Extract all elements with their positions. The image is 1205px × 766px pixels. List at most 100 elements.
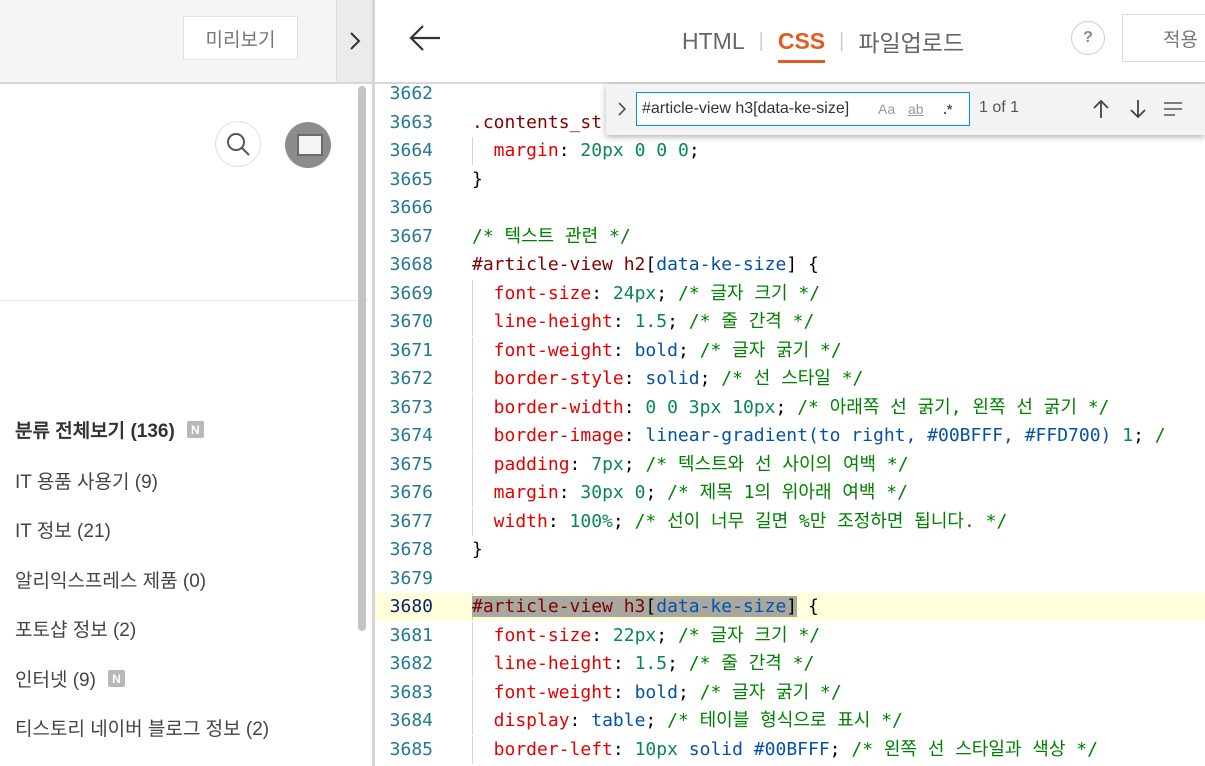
code-text: line-height: 1.5; /* 줄 간격 */ (472, 650, 815, 678)
code-token: } (472, 168, 483, 190)
tab-css[interactable]: CSS (777, 28, 826, 63)
match-case-toggle[interactable]: Aa (878, 92, 895, 126)
code-token: /* 글자 굵기 */ (699, 339, 842, 361)
code-token: ; (829, 738, 852, 760)
code-token: /* 글자 굵기 */ (699, 681, 842, 703)
code-token: 7px (591, 453, 624, 475)
code-line: 3672 border-style: solid; /* 선 스타일 */ (375, 365, 1205, 393)
code-token: width (472, 510, 548, 532)
code-token: 0 (677, 140, 689, 161)
tab-separator: | (758, 29, 764, 52)
code-token: linear-gradient(to right, #00BFFF, #FFD7… (645, 425, 1112, 446)
code-token: ] { (786, 254, 819, 275)
code-token: ; (1133, 425, 1155, 446)
category-label: 인터넷 (9) (15, 670, 96, 691)
code-token: : (612, 653, 635, 674)
category-item[interactable]: 티스토리 네이버 블로그 정보 (2) (15, 714, 269, 741)
code-token: bold (634, 339, 678, 361)
code-token: ; (667, 311, 689, 332)
arrow-down-icon (1130, 100, 1146, 119)
line-number: 3667 (389, 225, 433, 247)
code-token: font-weight (472, 681, 613, 703)
whole-word-toggle[interactable]: ab (908, 92, 924, 126)
collapse-panel-button[interactable] (336, 0, 373, 82)
code-line: 3678} (375, 536, 1205, 564)
code-token: /* 줄 간격 */ (688, 311, 815, 332)
category-all[interactable]: 분류 전체보기 (136) N (15, 416, 204, 443)
code-line: 3674 border-image: linear-gradient(to ri… (375, 422, 1205, 450)
code-token: : (569, 710, 592, 731)
code-token: : (612, 311, 635, 332)
category-item[interactable]: 알리익스프레스 제품 (0) (15, 566, 206, 593)
line-number: 3662 (389, 84, 433, 104)
code-line: 3666 (375, 194, 1205, 222)
new-badge: N (186, 421, 204, 438)
category-label: 분류 전체보기 (136) (15, 421, 175, 442)
code-token: 24px (612, 282, 657, 304)
code-token: font-weight (472, 339, 613, 361)
profile-avatar[interactable] (285, 122, 331, 168)
code-token: 0 (656, 140, 668, 161)
code-token: [ (645, 254, 657, 275)
line-number: 3669 (389, 282, 433, 304)
code-text: font-weight: bold; /* 글자 굵기 */ (472, 679, 842, 707)
line-number: 3676 (389, 482, 433, 503)
code-text: border-image: linear-gradient(to right, … (472, 422, 1166, 450)
code-token: margin (472, 140, 559, 161)
preview-toolbar: 미리보기 (0, 0, 373, 84)
apply-button[interactable]: 적용 (1122, 14, 1205, 62)
code-token: 0 (634, 482, 646, 503)
search-icon (227, 133, 250, 156)
find-in-selection-button[interactable] (1162, 98, 1184, 120)
next-match-button[interactable] (1127, 98, 1149, 120)
code-token: } (472, 539, 483, 560)
tab-file-upload[interactable]: 파일업로드 (858, 24, 964, 66)
code-token: : (591, 624, 613, 646)
code-line: 3673 border-width: 0 0 3px 10px; /* 아래쪽 … (375, 393, 1205, 422)
code-token: /* 줄 간격 */ (688, 653, 815, 674)
code-token: solid #00BFFF (688, 738, 830, 760)
code-token: /* 글자 크기 */ (677, 624, 821, 646)
code-token: 1.5 (634, 653, 668, 674)
code-text: border-width: 0 0 3px 10px; /* 아래쪽 선 굵기,… (472, 394, 1110, 422)
line-number: 3675 (389, 453, 433, 475)
code-token: ; (656, 624, 678, 646)
regex-toggle[interactable]: .* (943, 92, 952, 126)
category-item[interactable]: 포토샵 정보 (2) (15, 615, 136, 642)
code-token: 3px (688, 396, 722, 418)
line-number: 3684 (389, 710, 433, 731)
code-token: 100% (569, 510, 613, 532)
category-item[interactable]: IT 정보 (21) (15, 516, 111, 543)
preview-button[interactable]: 미리보기 (183, 16, 298, 60)
code-token: font-size (472, 282, 592, 304)
category-item[interactable]: 인터넷 (9) N (15, 665, 125, 692)
toggle-replace-button[interactable] (614, 99, 630, 119)
category-label: 티스토리 네이버 블로그 정보 (2) (15, 719, 270, 740)
code-token: #article-view h3 (472, 596, 646, 617)
code-token: data-ke-size (656, 254, 787, 275)
chevron-right-icon (350, 32, 361, 50)
code-editor[interactable]: 3662 3663 .contents_st 3664 margin: 20px 0 … (375, 84, 1205, 766)
help-button[interactable]: ? (1071, 21, 1105, 55)
category-item[interactable]: IT 용품 사용기 (9) (15, 467, 158, 494)
line-number: 3679 (389, 567, 433, 589)
sidebar-scrollbar[interactable] (358, 86, 366, 631)
code-token: line-height (472, 311, 613, 332)
sidebar-divider (0, 300, 368, 301)
code-token: margin (472, 482, 559, 503)
line-number: 3672 (389, 368, 433, 389)
tab-separator: | (839, 29, 845, 52)
back-button[interactable] (408, 20, 442, 56)
code-token: : (612, 339, 635, 361)
blog-search-button[interactable] (215, 121, 261, 167)
code-line: 3677 width: 100%; /* 선이 너무 길면 %만 조정하면 됩니… (375, 507, 1205, 536)
tab-html[interactable]: HTML (682, 28, 745, 63)
code-token: /* 테이블 형식으로 표시 */ (667, 710, 903, 731)
previous-match-button[interactable] (1090, 98, 1112, 120)
